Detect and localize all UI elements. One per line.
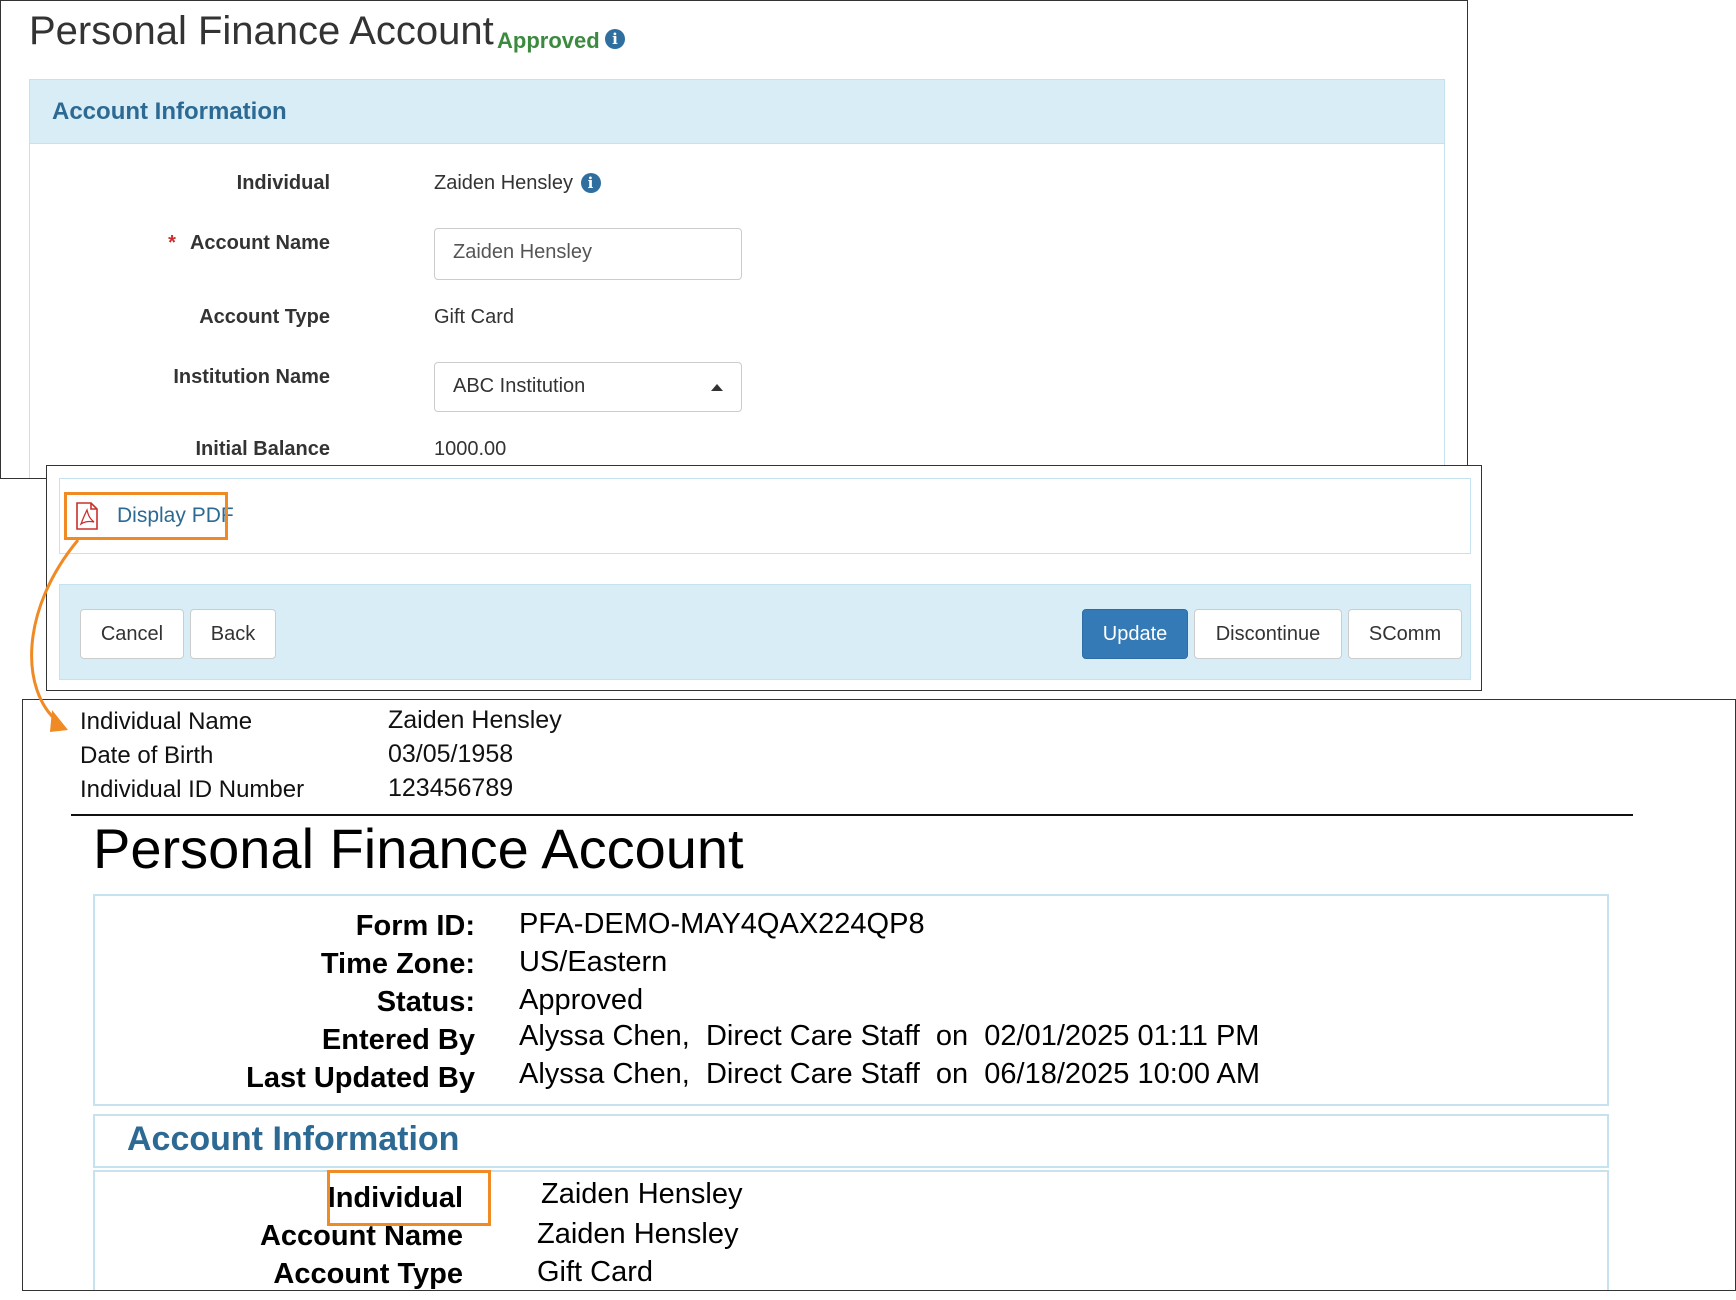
institution-name-label: Institution Name xyxy=(173,366,330,388)
pdf-section-heading: Account Information xyxy=(93,1114,1609,1168)
cancel-button[interactable]: Cancel xyxy=(80,609,184,659)
time-zone-value: US/Eastern xyxy=(519,946,668,978)
last-updated-label: Last Updated By xyxy=(246,1062,475,1094)
account-type-value: Gift Card xyxy=(434,306,515,328)
form-window: Personal Finance Account Approved i Acco… xyxy=(0,0,1468,479)
individual-name: Zaiden Hensley xyxy=(434,172,573,194)
section-title: Account Information xyxy=(52,98,287,125)
date-of-birth-value: 03/05/1958 xyxy=(388,740,514,768)
form-id-label: Form ID: xyxy=(355,910,475,942)
update-button[interactable]: Update xyxy=(1082,609,1188,659)
entered-by-value: Alyssa Chen, Direct Care Staff on 02/01/… xyxy=(519,1020,1260,1052)
info-icon[interactable]: i xyxy=(580,173,601,193)
initial-balance-label: Initial Balance xyxy=(195,438,331,460)
status-label: Status: xyxy=(376,986,475,1018)
pdf-account-type-label: Account Type xyxy=(273,1258,463,1290)
individual-id-label: Individual ID Number xyxy=(80,776,305,803)
individual-label: Individual xyxy=(236,172,330,194)
caret-up-icon xyxy=(711,384,723,391)
callout-highlight xyxy=(327,1170,491,1226)
discontinue-button[interactable]: Discontinue xyxy=(1194,609,1342,659)
section-heading: Account Information xyxy=(30,80,1444,144)
pdf-title: Personal Finance Account xyxy=(93,817,744,880)
account-name-label: * Account Name xyxy=(30,232,330,255)
pdf-account-info-box: Individual Zaiden Hensley Account Name Z… xyxy=(93,1170,1609,1290)
institution-selected-value: ABC Institution xyxy=(453,375,586,397)
back-button[interactable]: Back xyxy=(190,609,276,659)
info-icon[interactable]: i xyxy=(605,29,625,49)
initial-balance-value: 1000.00 xyxy=(434,438,507,460)
pdf-section-title: Account Information xyxy=(127,1120,460,1158)
pdf-account-type-value: Gift Card xyxy=(537,1256,654,1288)
individual-value: Zaiden Hensley i xyxy=(434,172,601,195)
pdf-link-box xyxy=(59,478,1471,554)
button-bar: Cancel Back Update Discontinue SComm xyxy=(59,584,1471,680)
required-indicator: * xyxy=(168,232,176,254)
individual-name-label: Individual Name xyxy=(80,708,253,735)
time-zone-label: Time Zone: xyxy=(320,948,475,980)
status-value: Approved xyxy=(519,984,644,1016)
page-title: Personal Finance Account xyxy=(29,9,494,53)
account-name-input[interactable]: Zaiden Hensley xyxy=(434,228,742,280)
status-badge: Approved xyxy=(497,28,600,53)
form-id-value: PFA-DEMO-MAY4QAX224QP8 xyxy=(519,908,925,940)
scomm-button[interactable]: SComm xyxy=(1348,609,1462,659)
individual-id-value: 123456789 xyxy=(388,774,514,802)
account-information-section: Account Information Individual Zaiden He… xyxy=(29,79,1445,478)
form-metadata-box: Form ID: PFA-DEMO-MAY4QAX224QP8 Time Zon… xyxy=(93,894,1609,1106)
action-window: Display PDF Cancel Back Update Discontin… xyxy=(46,465,1482,691)
last-updated-value: Alyssa Chen, Direct Care Staff on 06/18/… xyxy=(519,1058,1261,1090)
entered-by-label: Entered By xyxy=(321,1024,475,1056)
account-type-label: Account Type xyxy=(199,306,330,328)
pdf-preview: Individual Name Zaiden Hensley Date of B… xyxy=(22,699,1736,1291)
institution-select[interactable]: ABC Institution xyxy=(434,362,742,412)
callout-highlight xyxy=(64,492,228,540)
account-name-label-text: Account Name xyxy=(189,232,330,254)
individual-name-value: Zaiden Hensley xyxy=(388,706,562,734)
pdf-individual-value: Zaiden Hensley xyxy=(541,1178,743,1210)
date-of-birth-label: Date of Birth xyxy=(80,742,214,769)
pdf-account-name-value: Zaiden Hensley xyxy=(537,1218,739,1250)
